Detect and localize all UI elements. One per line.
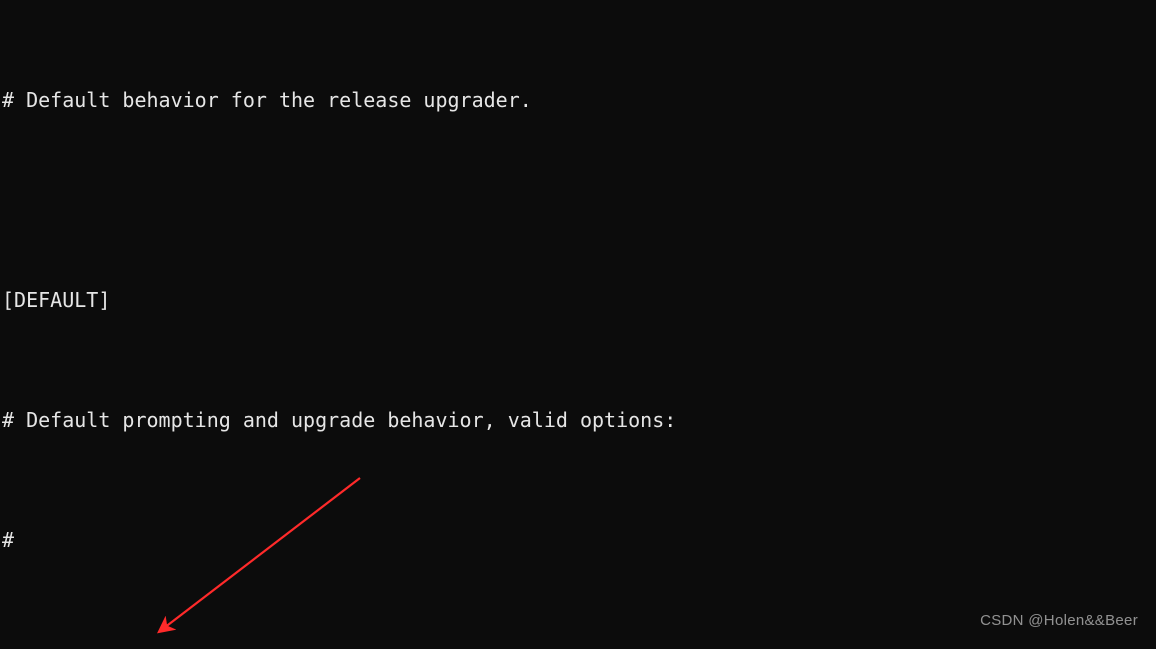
watermark-text: CSDN @Holen&&Beer: [980, 601, 1138, 641]
config-line: # Default prompting and upgrade behavior…: [2, 400, 1154, 440]
config-file-content: # Default behavior for the release upgra…: [0, 0, 1156, 649]
config-line: # Default behavior for the release upgra…: [2, 80, 1154, 120]
config-line: [DEFAULT]: [2, 280, 1154, 320]
config-line: # never - Never check for, or allow upgr…: [2, 640, 1154, 649]
config-line: #: [2, 520, 1154, 560]
